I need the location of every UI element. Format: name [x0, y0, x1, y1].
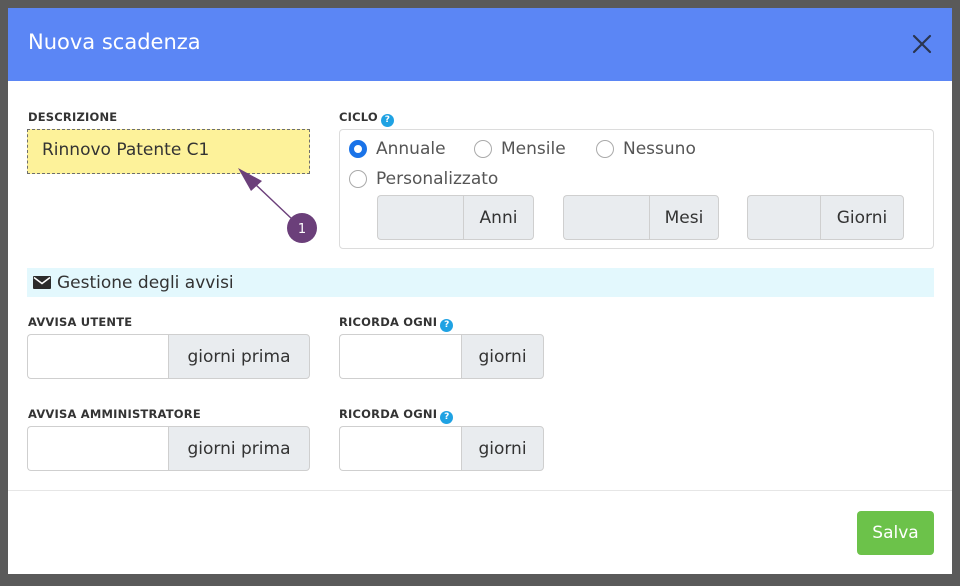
annotation-marker: 1 [287, 213, 317, 243]
new-deadline-dialog: Nuova scadenza DESCRIZIONE Rinnovo Paten… [8, 8, 952, 574]
annotation-marker-number: 1 [298, 222, 306, 237]
